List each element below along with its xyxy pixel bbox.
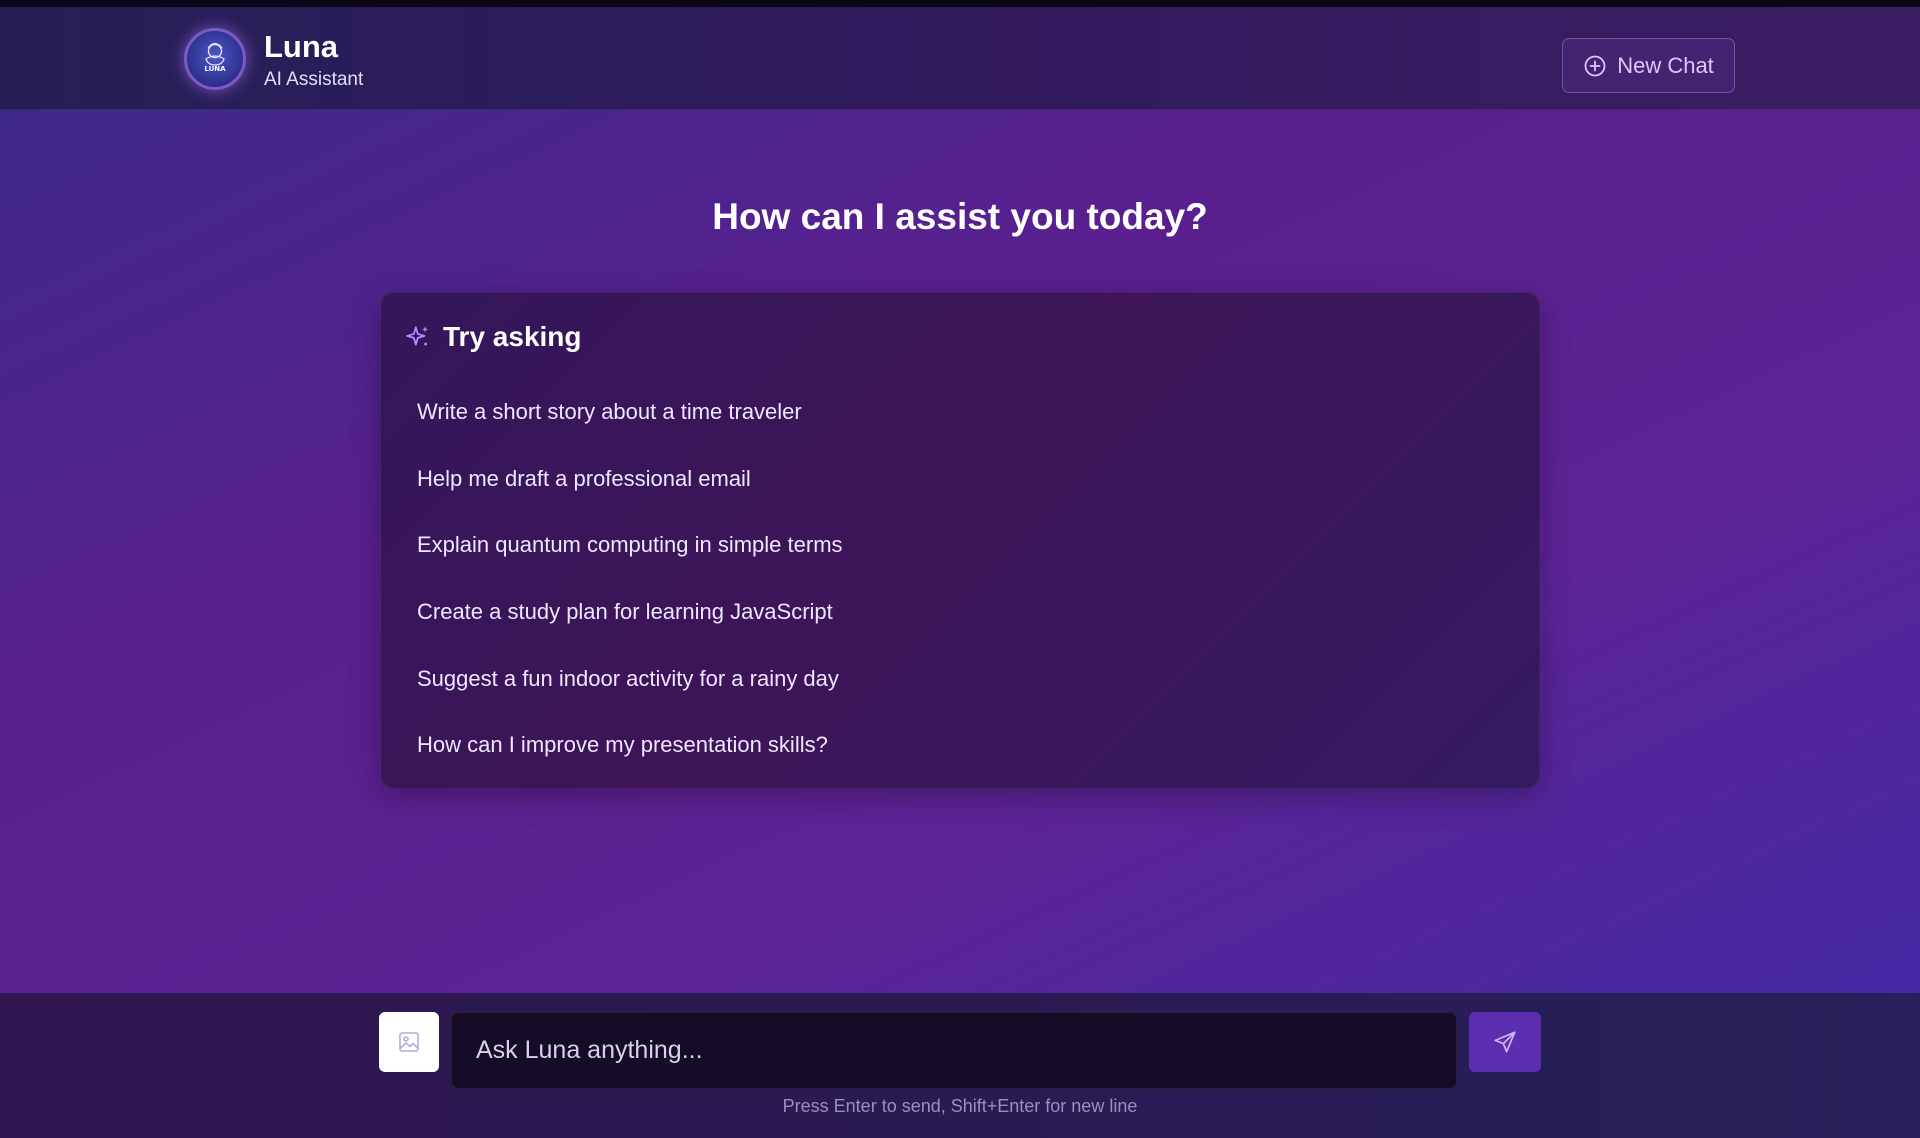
suggestion-item[interactable]: Explain quantum computing in simple term… <box>417 512 843 579</box>
send-icon <box>1494 1031 1516 1053</box>
window-top-bar <box>0 0 1920 7</box>
app-name: Luna <box>264 29 339 64</box>
sparkles-icon <box>406 326 429 346</box>
suggestion-item[interactable]: How can I improve my presentation skills… <box>417 712 843 779</box>
new-chat-button[interactable]: New Chat <box>1562 38 1735 93</box>
plus-circle-icon <box>1584 55 1606 76</box>
attach-image-button[interactable] <box>379 1012 439 1072</box>
composer-hint: Press Enter to send, Shift+Enter for new… <box>782 1096 1138 1116</box>
logo-text: LUNA <box>204 65 226 73</box>
suggestion-item[interactable]: Help me draft a professional email <box>417 446 843 513</box>
card-title: Try asking <box>443 321 582 352</box>
try-asking-card: Try asking Write a short story about a t… <box>380 292 1540 789</box>
message-input[interactable] <box>451 1012 1457 1089</box>
new-chat-label: New Chat <box>1617 52 1714 78</box>
page-heading: How can I assist you today? <box>712 196 1208 237</box>
luna-logo-icon: LUNA <box>204 42 226 73</box>
suggestion-item[interactable]: Create a study plan for learning JavaScr… <box>417 579 843 646</box>
suggestion-item[interactable]: Suggest a fun indoor activity for a rain… <box>417 645 843 712</box>
suggestion-list: Write a short story about a time travele… <box>417 379 843 779</box>
send-button[interactable] <box>1469 1012 1541 1072</box>
app-header: LUNA Luna AI Assistant New Chat <box>0 7 1920 110</box>
suggestion-item[interactable]: Write a short story about a time travele… <box>417 379 843 446</box>
luna-avatar: LUNA <box>184 28 246 90</box>
app-subtitle: AI Assistant <box>264 69 364 90</box>
card-header: Try asking <box>405 321 582 353</box>
image-icon <box>399 1032 419 1052</box>
